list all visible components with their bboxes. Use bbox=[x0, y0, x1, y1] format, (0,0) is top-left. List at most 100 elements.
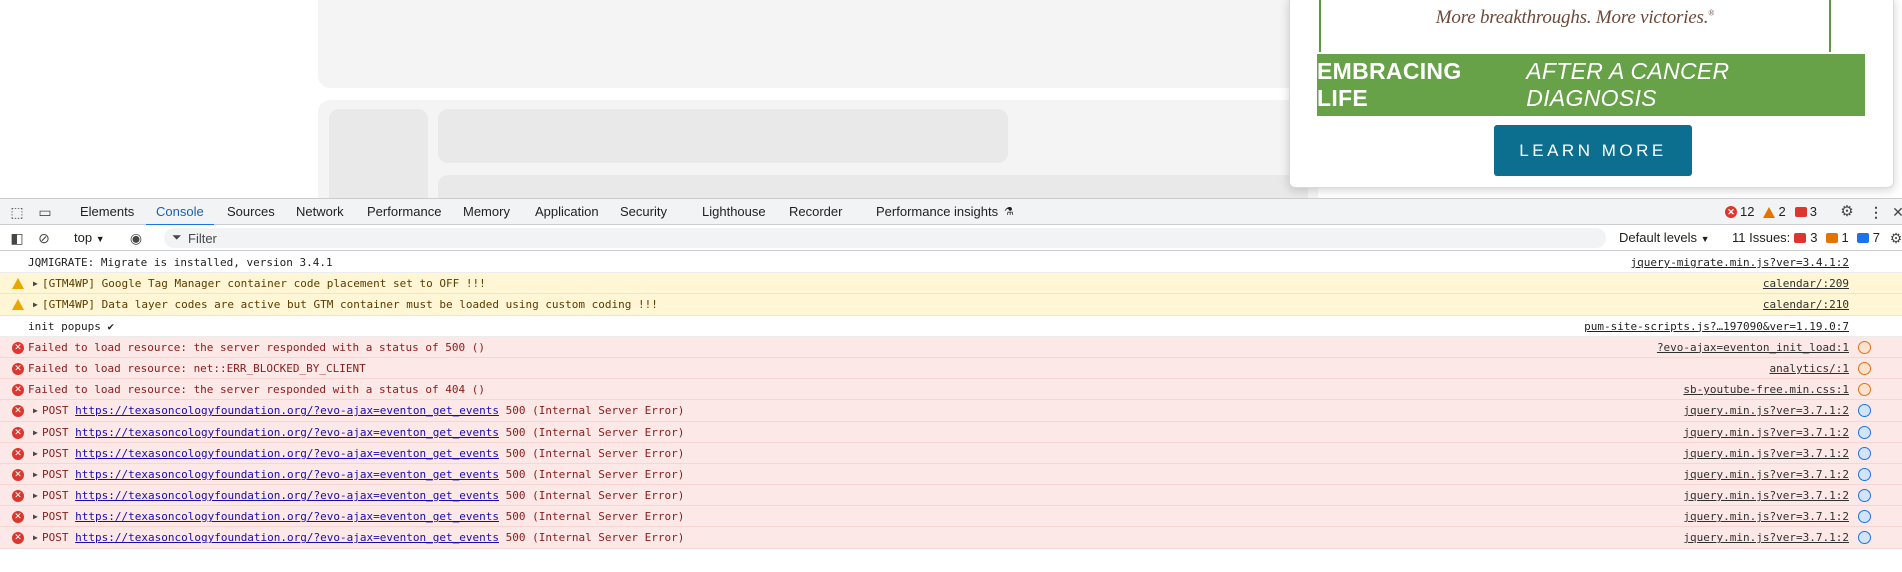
tab-lighthouse[interactable]: Lighthouse bbox=[702, 199, 766, 225]
source-link[interactable]: jquery.min.js?ver=3.7.1:2 bbox=[1683, 422, 1849, 443]
expand-arrow-icon[interactable]: ▶ bbox=[33, 294, 38, 315]
tab-network[interactable]: Network bbox=[296, 199, 344, 225]
source-link[interactable]: jquery.min.js?ver=3.7.1:2 bbox=[1683, 443, 1849, 464]
expand-arrow-icon[interactable]: ▶ bbox=[33, 443, 38, 464]
request-url-link[interactable]: https://texasoncologyfoundation.org/?evo… bbox=[75, 531, 499, 544]
network-panel-icon[interactable] bbox=[1858, 340, 1871, 354]
tab-elements[interactable]: Elements bbox=[80, 199, 134, 225]
source-link[interactable]: jquery.min.js?ver=3.7.1:2 bbox=[1683, 400, 1849, 421]
source-link[interactable]: jquery-migrate.min.js?ver=3.4.1:2 bbox=[1630, 252, 1849, 273]
request-url-link[interactable]: https://texasoncologyfoundation.org/?evo… bbox=[75, 447, 499, 460]
network-request-icon[interactable] bbox=[1858, 510, 1871, 524]
issues-red-icon bbox=[1794, 233, 1807, 243]
tab-sources[interactable]: Sources bbox=[227, 199, 275, 225]
request-url-link[interactable]: https://texasoncologyfoundation.org/?evo… bbox=[75, 404, 499, 417]
learn-more-button[interactable]: LEARN MORE bbox=[1494, 125, 1692, 176]
console-message: POST https://texasoncologyfoundation.org… bbox=[42, 400, 684, 421]
console-message: [GTM4WP] Google Tag Manager container co… bbox=[42, 277, 486, 291]
console-toolbar: ◧ ⊘ top ▼ ◉ ⏷ Default levels ▼ 11 Issues… bbox=[0, 225, 1902, 251]
response-status: 500 (Internal Server Error) bbox=[505, 489, 685, 503]
request-url-link[interactable]: https://texasoncologyfoundation.org/?evo… bbox=[75, 489, 499, 502]
expand-arrow-icon[interactable]: ▶ bbox=[33, 273, 38, 294]
console-row[interactable]: ✕ ▶ POST https://texasoncologyfoundation.o… bbox=[0, 463, 1902, 486]
network-request-icon[interactable] bbox=[1858, 446, 1871, 460]
network-request-icon[interactable] bbox=[1858, 467, 1871, 481]
expand-arrow-icon[interactable]: ▶ bbox=[33, 527, 38, 548]
sidebar-toggle-icon[interactable]: ◧ bbox=[9, 230, 25, 246]
expand-arrow-icon[interactable]: ▶ bbox=[33, 485, 38, 506]
source-link[interactable]: ?evo-ajax=eventon_init_load:1 bbox=[1657, 337, 1849, 358]
device-toolbar-icon[interactable]: ▭ bbox=[37, 204, 53, 220]
clear-console-icon[interactable]: ⊘ bbox=[36, 230, 52, 246]
source-link[interactable]: calendar/:210 bbox=[1763, 294, 1849, 315]
console-row[interactable]: ✕ ▶ POST https://texasoncologyfoundation.o… bbox=[0, 442, 1902, 464]
console-row[interactable]: ✕ ▶ POST https://texasoncologyfoundation.o… bbox=[0, 506, 1902, 528]
network-request-icon[interactable] bbox=[1858, 531, 1871, 545]
filter-input[interactable] bbox=[188, 229, 1588, 247]
context-select[interactable]: top ▼ bbox=[74, 229, 105, 248]
expand-arrow-icon[interactable]: ▶ bbox=[33, 506, 38, 527]
request-method: POST bbox=[42, 446, 69, 460]
tab-performance-insights[interactable]: Performance insights bbox=[876, 199, 998, 225]
network-request-icon[interactable] bbox=[1858, 404, 1871, 418]
request-method: POST bbox=[42, 531, 69, 545]
error-icon: ✕ bbox=[12, 490, 24, 503]
network-panel-icon[interactable] bbox=[1858, 383, 1871, 397]
warning-count-icon bbox=[1763, 206, 1776, 218]
source-link[interactable]: jquery.min.js?ver=3.7.1:2 bbox=[1683, 464, 1849, 485]
source-link[interactable]: sb-youtube-free.min.css:1 bbox=[1683, 379, 1849, 400]
tab-recorder[interactable]: Recorder bbox=[789, 199, 842, 225]
more-options-icon[interactable]: ⋮ bbox=[1868, 204, 1884, 220]
source-link[interactable]: analytics/:1 bbox=[1770, 358, 1849, 379]
issues-counter[interactable]: 11 Issues: 3 1 7 bbox=[1732, 229, 1880, 247]
request-url-link[interactable]: https://texasoncologyfoundation.org/?evo… bbox=[75, 468, 499, 481]
console-row[interactable]: ✕ ▶ POST https://texasoncologyfoundation.o… bbox=[0, 400, 1902, 422]
console-row[interactable]: ✕ ▶ POST https://texasoncologyfoundation.o… bbox=[0, 527, 1902, 549]
request-method: POST bbox=[42, 467, 69, 481]
tab-memory[interactable]: Memory bbox=[463, 199, 510, 225]
response-status: 500 (Internal Server Error) bbox=[505, 510, 685, 524]
console-row[interactable]: ✕ Failed to load resource: the server res… bbox=[0, 336, 1902, 358]
console-row[interactable]: ✕ ▶ POST https://texasoncologyfoundation.o… bbox=[0, 421, 1902, 443]
console-row[interactable]: ▶ [GTM4WP] Google Tag Manager container c… bbox=[0, 273, 1902, 295]
settings-gear-icon[interactable]: ⚙ bbox=[1839, 204, 1855, 220]
tab-performance[interactable]: Performance bbox=[367, 199, 441, 225]
expand-arrow-icon[interactable]: ▶ bbox=[33, 400, 38, 421]
network-request-icon[interactable] bbox=[1858, 489, 1871, 503]
network-request-icon[interactable] bbox=[1858, 425, 1871, 439]
console-settings-gear-icon[interactable]: ⚙ bbox=[1888, 230, 1902, 246]
source-link[interactable]: jquery.min.js?ver=3.7.1:2 bbox=[1683, 527, 1849, 548]
console-row[interactable]: ▶ [GTM4WP] Data layer codes are active bu… bbox=[0, 294, 1902, 316]
source-link[interactable]: jquery.min.js?ver=3.7.1:2 bbox=[1683, 506, 1849, 527]
log-levels-dropdown[interactable]: Default levels ▼ bbox=[1619, 229, 1710, 248]
console-rows: JQMIGRATE: Migrate is installed, version… bbox=[0, 252, 1902, 549]
expand-arrow-icon[interactable]: ▶ bbox=[33, 464, 38, 485]
console-row[interactable]: ✕ Failed to load resource: net::ERR_BLOCK… bbox=[0, 357, 1902, 380]
console-row[interactable]: init popups ✔ pum-site-scripts.js?…197090… bbox=[0, 315, 1902, 337]
close-icon[interactable]: ✕ bbox=[1890, 204, 1902, 220]
source-link[interactable]: pum-site-scripts.js?…197090&ver=1.19.0:7 bbox=[1584, 316, 1849, 337]
console-message: POST https://texasoncologyfoundation.org… bbox=[42, 464, 684, 485]
tab-security[interactable]: Security bbox=[620, 199, 667, 225]
tab-console[interactable]: Console bbox=[146, 199, 214, 226]
response-status: 500 (Internal Server Error) bbox=[505, 425, 685, 439]
network-panel-icon[interactable] bbox=[1858, 361, 1871, 375]
tab-application[interactable]: Application bbox=[535, 199, 599, 225]
console-row[interactable]: ✕ Failed to load resource: the server res… bbox=[0, 379, 1902, 401]
request-method: POST bbox=[42, 404, 69, 418]
live-expression-eye-icon[interactable]: ◉ bbox=[128, 230, 144, 246]
request-url-link[interactable]: https://texasoncologyfoundation.org/?evo… bbox=[75, 510, 499, 523]
error-icon: ✕ bbox=[12, 447, 24, 460]
console-row[interactable]: JQMIGRATE: Migrate is installed, version… bbox=[0, 252, 1902, 274]
console-row[interactable]: ✕ ▶ POST https://texasoncologyfoundation.o… bbox=[0, 485, 1902, 507]
console-counts[interactable]: ✕ 12 2 3 bbox=[1725, 204, 1817, 220]
filter-funnel-icon: ⏷ bbox=[172, 230, 182, 244]
expand-arrow-icon[interactable]: ▶ bbox=[33, 422, 38, 443]
error-icon: ✕ bbox=[12, 426, 24, 439]
request-url-link[interactable]: https://texasoncologyfoundation.org/?evo… bbox=[75, 426, 499, 439]
source-link[interactable]: jquery.min.js?ver=3.7.1:2 bbox=[1683, 485, 1849, 506]
skeleton-block-title bbox=[438, 109, 1008, 163]
inspect-element-icon[interactable]: ⬚ bbox=[9, 204, 25, 220]
source-link[interactable]: calendar/:209 bbox=[1763, 273, 1849, 294]
issues-label: 11 Issues: bbox=[1732, 230, 1791, 245]
